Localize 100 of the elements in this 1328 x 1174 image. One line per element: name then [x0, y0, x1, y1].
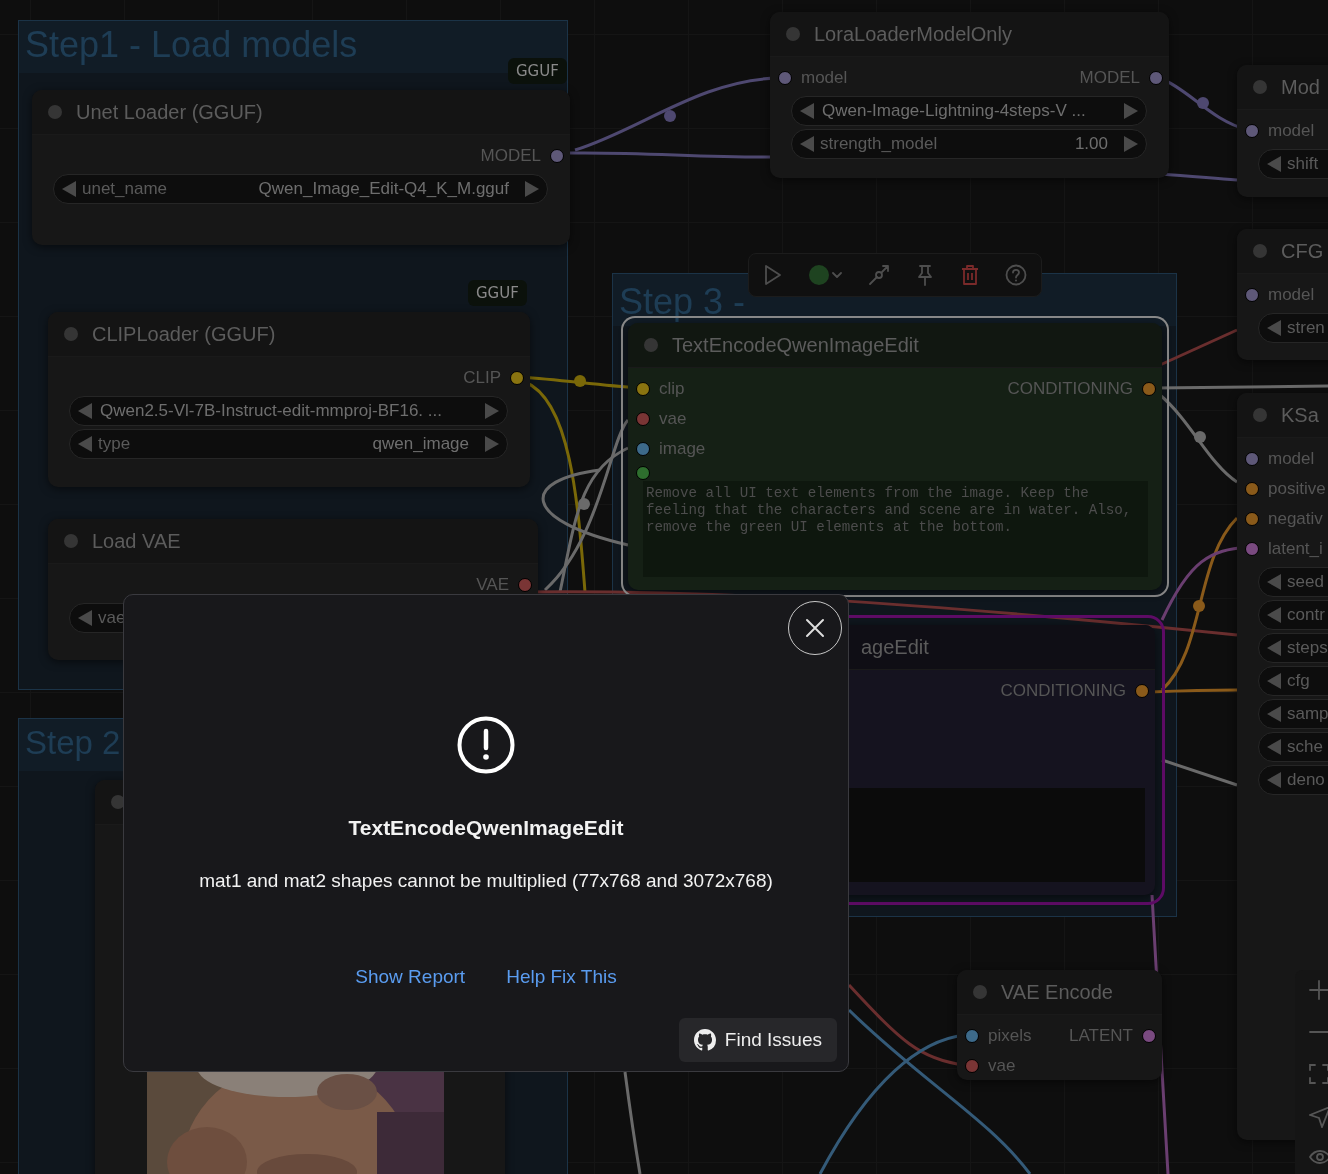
zoom-in-icon[interactable] — [1309, 980, 1328, 1000]
right-arrow-icon[interactable] — [1124, 103, 1138, 119]
left-arrow-icon[interactable] — [1267, 673, 1281, 689]
left-arrow-icon[interactable] — [1267, 607, 1281, 623]
wand-icon[interactable] — [867, 264, 890, 286]
combo-widget[interactable]: shift — [1258, 149, 1328, 179]
input-slot-dot[interactable] — [1245, 288, 1259, 302]
input-slot-dot[interactable] — [778, 71, 792, 85]
output-slot-dot[interactable] — [1149, 71, 1163, 85]
input-label: latent_i — [1268, 539, 1323, 559]
left-arrow-icon[interactable] — [78, 403, 92, 419]
node-title: Unet Loader (GGUF) — [76, 100, 263, 124]
combo-widget[interactable]: deno — [1258, 765, 1328, 795]
combo-widget[interactable]: unet_name Qwen_Image_Edit-Q4_K_M.gguf — [53, 174, 548, 204]
input-label: image — [659, 439, 706, 459]
combo-widget[interactable]: contr — [1258, 600, 1328, 630]
left-arrow-icon[interactable] — [1267, 739, 1281, 755]
left-arrow-icon[interactable] — [78, 436, 92, 452]
status-dot — [64, 534, 78, 548]
status-dot — [48, 105, 62, 119]
input-slot-dot[interactable] — [636, 382, 650, 396]
dialog-link[interactable]: Show Report — [355, 965, 466, 989]
pointer-icon[interactable] — [1309, 1106, 1328, 1128]
node-title: CLIPLoader (GGUF) — [92, 322, 276, 346]
find-issues-button[interactable]: Find Issues — [678, 1018, 837, 1062]
right-arrow-icon[interactable] — [485, 436, 499, 452]
left-arrow-icon[interactable] — [1267, 574, 1281, 590]
output-label: MODEL — [1079, 68, 1140, 88]
prompt-field[interactable]: Remove all UI text elements from the image. Keep the feeling that the characters and scene are in water. Also, remove the green UI elements at the bottom. — [643, 481, 1148, 577]
combo-widget[interactable]: cfg — [1258, 666, 1328, 696]
close-icon — [805, 618, 825, 638]
warning-icon — [457, 716, 515, 774]
left-arrow-icon[interactable] — [1267, 320, 1281, 336]
output-label: CONDITIONING — [1007, 379, 1133, 399]
input-slot-dot[interactable] — [636, 442, 650, 456]
left-arrow-icon[interactable] — [800, 103, 814, 119]
left-arrow-icon[interactable] — [78, 610, 92, 626]
combo-widget[interactable]: type qwen_image — [69, 429, 508, 459]
combo-widget[interactable]: samp — [1258, 699, 1328, 729]
left-arrow-icon[interactable] — [800, 136, 814, 152]
status-dot — [1253, 80, 1267, 94]
output-slot-dot[interactable] — [550, 149, 564, 163]
input-slot-dot[interactable] — [636, 465, 650, 480]
caret-icon[interactable] — [831, 271, 842, 279]
combo-widget[interactable]: steps — [1258, 633, 1328, 663]
node-title: VAE Encode — [1001, 980, 1113, 1004]
output-slot-dot[interactable] — [510, 371, 524, 385]
output-slot-dot[interactable] — [1142, 1029, 1156, 1043]
output-slot-dot[interactable] — [518, 578, 532, 592]
node-title: ageEdit — [860, 635, 929, 659]
trash-icon[interactable] — [961, 264, 980, 286]
input-slot-dot[interactable] — [636, 412, 650, 426]
output-slot-dot[interactable] — [1142, 382, 1156, 396]
combo-widget[interactable]: Qwen2.5-Vl-7B-Instruct-edit-mmproj-BF16. ... — [69, 396, 508, 426]
eye-icon[interactable] — [1309, 1150, 1328, 1164]
input-slot-dot[interactable] — [1245, 124, 1259, 138]
output-label: CONDITIONING — [1000, 681, 1126, 701]
output-slot-dot[interactable] — [1135, 684, 1149, 698]
status-dot — [644, 338, 658, 352]
input-slot-dot[interactable] — [965, 1059, 979, 1073]
left-arrow-icon[interactable] — [1267, 706, 1281, 722]
left-arrow-icon[interactable] — [1267, 156, 1281, 172]
output-label: CLIP — [463, 368, 501, 388]
left-arrow-icon[interactable] — [62, 181, 76, 197]
input-slot-dot[interactable] — [1245, 452, 1259, 466]
input-label: pixels — [988, 1026, 1032, 1046]
node-badge: GGUF — [468, 280, 527, 306]
status-dot — [973, 985, 987, 999]
node-title: CFG — [1281, 239, 1324, 263]
input-label: clip — [659, 379, 685, 399]
help-icon[interactable] — [1005, 264, 1027, 286]
input-label: positive — [1268, 479, 1326, 499]
left-arrow-icon[interactable] — [1267, 640, 1281, 656]
status-dot — [64, 327, 78, 341]
right-arrow-icon[interactable] — [485, 403, 499, 419]
error-message: mat1 and mat2 shapes cannot be multiplied (77x768 and 3072x768) — [199, 870, 773, 892]
dialog-link[interactable]: Help Fix This — [506, 965, 617, 989]
combo-widget[interactable]: seed — [1258, 567, 1328, 597]
status-dot — [1253, 408, 1267, 422]
input-label: vae — [988, 1056, 1016, 1076]
node-title: Load VAE — [92, 529, 181, 553]
play-icon[interactable] — [763, 264, 783, 286]
combo-widget[interactable]: Qwen-Image-Lightning-4steps-V ... — [791, 96, 1147, 126]
combo-widget[interactable]: strength_model 1.00 — [791, 129, 1147, 159]
output-label: MODEL — [480, 146, 541, 166]
status-dot — [786, 27, 800, 41]
color-swatch-icon[interactable] — [808, 265, 829, 285]
combo-widget[interactable]: stren — [1258, 313, 1328, 343]
status-dot — [1253, 244, 1267, 258]
input-label: model — [1268, 121, 1315, 141]
input-slot-dot[interactable] — [1245, 482, 1259, 496]
input-slot-dot[interactable] — [1245, 542, 1259, 556]
node-title: LoraLoaderModelOnly — [814, 22, 1012, 46]
right-arrow-icon[interactable] — [1124, 136, 1138, 152]
input-slot-dot[interactable] — [965, 1029, 979, 1043]
input-slot-dot[interactable] — [1245, 512, 1259, 526]
right-arrow-icon[interactable] — [525, 181, 539, 197]
left-arrow-icon[interactable] — [1267, 772, 1281, 788]
fit-view-icon[interactable] — [1309, 1064, 1328, 1084]
combo-widget[interactable]: sche — [1258, 732, 1328, 762]
